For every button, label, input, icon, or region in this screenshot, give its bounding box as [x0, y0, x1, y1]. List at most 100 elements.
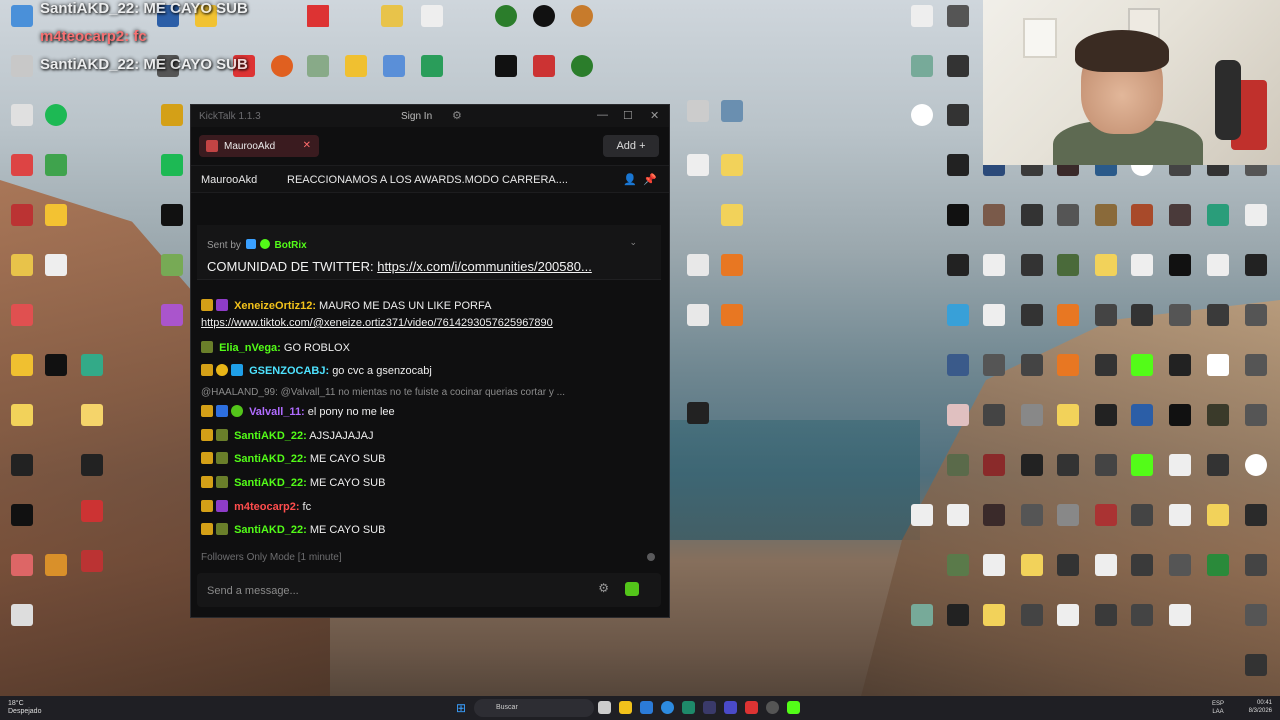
desktop-icon[interactable]: [34, 204, 78, 228]
desktop-icon[interactable]: [150, 304, 194, 328]
tab-channel[interactable]: MaurooAkd ✕: [199, 135, 319, 157]
chevron-down-icon[interactable]: ⌄: [629, 237, 637, 248]
desktop-icon[interactable]: [1234, 254, 1278, 278]
app-icon[interactable]: [682, 701, 695, 714]
sign-in-button[interactable]: Sign In: [401, 111, 432, 122]
desktop-icon[interactable]: [936, 5, 980, 29]
desktop-icon[interactable]: [710, 154, 754, 178]
desktop-icon[interactable]: [0, 604, 44, 628]
maximize-button[interactable]: ☐: [623, 109, 633, 122]
desktop-icon[interactable]: [1234, 354, 1278, 378]
folder-icon[interactable]: [619, 701, 632, 714]
desktop-icon[interactable]: [0, 404, 44, 428]
desktop-icon[interactable]: [676, 402, 720, 426]
desktop-icon[interactable]: [410, 5, 454, 29]
desktop-icon[interactable]: [560, 5, 604, 29]
desktop-icon[interactable]: [150, 204, 194, 228]
chat-username[interactable]: GSENZOCABJ:: [249, 365, 329, 377]
info-icon[interactable]: [647, 553, 655, 561]
crown-badge-icon: [201, 500, 213, 512]
overlay-chat-line: SantiAKD_22: ME CAYO SUB: [40, 0, 248, 17]
desktop-icon[interactable]: [560, 55, 604, 79]
chat-message: XeneizeOrtiz12: MAURO ME DAS UN LIKE POR…: [201, 299, 491, 312]
gear-icon[interactable]: ⚙: [452, 109, 462, 122]
edge-icon[interactable]: [661, 701, 674, 714]
minimize-button[interactable]: —: [597, 109, 608, 121]
close-tab-icon[interactable]: ✕: [303, 140, 311, 151]
chat-username[interactable]: SantiAKD_22:: [234, 430, 307, 442]
emote-icon[interactable]: [625, 582, 639, 596]
add-channel-button[interactable]: Add +: [603, 135, 659, 157]
chat-username[interactable]: SantiAKD_22:: [234, 524, 307, 536]
desktop-icon[interactable]: [70, 500, 114, 524]
pinned-author[interactable]: BotRix: [274, 240, 306, 251]
desktop-icon[interactable]: [0, 55, 44, 79]
desktop-icon[interactable]: [936, 55, 980, 79]
chat-link[interactable]: https://www.tiktok.com/@xeneize.ortiz371…: [201, 317, 553, 329]
app-icon[interactable]: [703, 701, 716, 714]
desktop-icon[interactable]: [150, 154, 194, 178]
desktop-icon[interactable]: [34, 104, 78, 128]
desktop-icon[interactable]: [70, 404, 114, 428]
close-icon[interactable]: ✕: [650, 109, 659, 122]
desktop-icon[interactable]: [936, 104, 980, 128]
pin-icon[interactable]: 📌: [643, 173, 657, 186]
desktop-icon[interactable]: [1234, 454, 1278, 478]
desktop-icon[interactable]: [710, 254, 754, 278]
desktop-icon[interactable]: [70, 454, 114, 478]
weather-widget[interactable]: 18°C Despejado: [8, 700, 68, 716]
desktop-icon[interactable]: [1234, 404, 1278, 428]
desktop-icon[interactable]: [34, 254, 78, 278]
brave-icon[interactable]: [745, 701, 758, 714]
desktop-icon[interactable]: [70, 354, 114, 378]
desktop-icon[interactable]: [1234, 304, 1278, 328]
pinned-link[interactable]: https://x.com/i/communities/200580...: [377, 259, 592, 274]
desktop-icon[interactable]: [410, 55, 454, 79]
chat-username[interactable]: XeneizeOrtiz12:: [234, 300, 316, 312]
user-icon[interactable]: 👤: [623, 173, 637, 186]
kicktalk-icon[interactable]: [787, 701, 800, 714]
chat-username[interactable]: Valvall_11:: [249, 406, 305, 418]
chat-username[interactable]: SantiAKD_22:: [234, 453, 307, 465]
verified-badge-icon: [259, 239, 270, 249]
desktop-icon[interactable]: [70, 550, 114, 574]
plus-icon: +: [639, 140, 646, 152]
chat-username[interactable]: SantiAKD_22:: [234, 477, 307, 489]
translate-icon[interactable]: ⚙: [598, 581, 609, 595]
store-icon[interactable]: [640, 701, 653, 714]
desktop-icon[interactable]: [1234, 204, 1278, 228]
desktop-icon[interactable]: [150, 254, 194, 278]
desktop-icon[interactable]: [150, 104, 194, 128]
chat-username[interactable]: Elia_nVega:: [219, 342, 281, 354]
clock[interactable]: 00:41 8/3/2026: [1249, 699, 1272, 715]
windows-start-icon[interactable]: ⊞: [456, 701, 470, 715]
lang-code: ESP: [1211, 701, 1224, 707]
chat-username[interactable]: m4teocarp2:: [234, 501, 299, 513]
crown-badge-icon: [201, 452, 213, 464]
desktop-icon[interactable]: [1234, 504, 1278, 528]
desktop-icon[interactable]: [0, 5, 44, 29]
desktop-icon[interactable]: [710, 204, 754, 228]
desktop-icon[interactable]: [1234, 654, 1278, 678]
chat-input-box: ⚙: [197, 573, 661, 607]
desktop-icon[interactable]: [1234, 604, 1278, 628]
desktop-icon[interactable]: [296, 5, 340, 29]
desktop-icon[interactable]: [710, 100, 754, 124]
desktop-icon[interactable]: [0, 304, 44, 328]
desktop-icon[interactable]: [0, 504, 44, 528]
taskbar-search[interactable]: Buscar: [474, 699, 594, 717]
kicktalk-window: KickTalk 1.1.3 Sign In ⚙ — ☐ ✕ MaurooAkd…: [190, 104, 670, 618]
file-explorer-icon[interactable]: [598, 701, 611, 714]
reply-preview[interactable]: @HAALAND_99: @Valvall_11 no mientas no t…: [201, 387, 565, 398]
desktop-icon[interactable]: [34, 154, 78, 178]
overlay-chat-line: m4teocarp2: fc: [40, 28, 147, 45]
desktop-icon[interactable]: [710, 304, 754, 328]
desktop-icon[interactable]: [370, 5, 414, 29]
app-icon[interactable]: [724, 701, 737, 714]
language-indicator[interactable]: ESP LAA: [1212, 700, 1224, 716]
desktop-icon[interactable]: [1234, 554, 1278, 578]
message-input[interactable]: [205, 581, 569, 601]
obs-icon[interactable]: [766, 701, 779, 714]
desktop-icon[interactable]: [1158, 604, 1202, 628]
desktop-icon[interactable]: [0, 454, 44, 478]
